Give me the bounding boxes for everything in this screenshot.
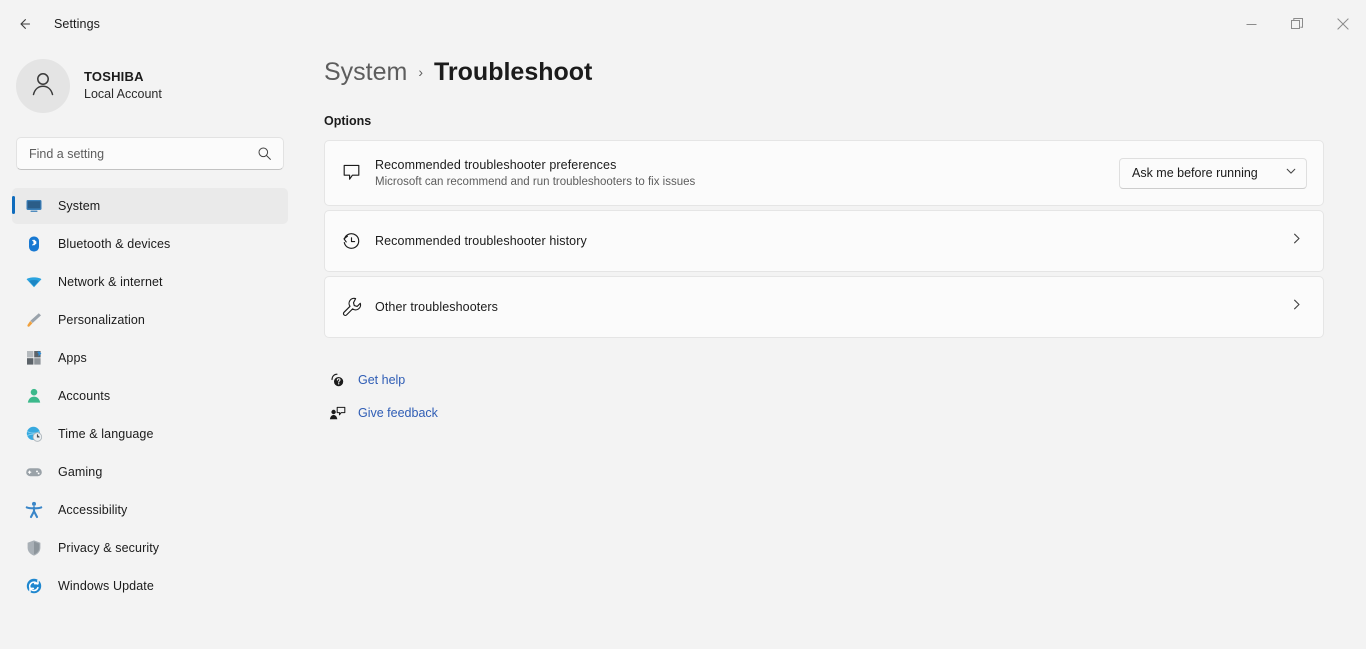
chevron-right-icon	[1290, 232, 1303, 250]
sidebar-item-label: Apps	[58, 351, 87, 365]
restore-button[interactable]	[1274, 0, 1320, 48]
sidebar-item-windows-update[interactable]: Windows Update	[12, 568, 288, 604]
minimize-button[interactable]	[1228, 0, 1274, 48]
troubleshooter-preference-dropdown[interactable]: Ask me before running	[1119, 158, 1307, 189]
wrench-icon	[341, 296, 375, 318]
sidebar-item-bluetooth-devices[interactable]: Bluetooth & devices	[12, 226, 288, 262]
sidebar-item-label: Personalization	[58, 313, 145, 327]
search-icon	[257, 146, 272, 166]
back-arrow-icon	[16, 16, 32, 32]
link-label: Give feedback	[358, 406, 438, 420]
chevron-right-icon	[1290, 298, 1303, 316]
update-icon	[24, 576, 44, 596]
sidebar-item-accessibility[interactable]: Accessibility	[12, 492, 288, 528]
section-title: Options	[324, 114, 1366, 128]
sidebar-item-personalization[interactable]: Personalization	[12, 302, 288, 338]
minimize-icon	[1246, 19, 1257, 30]
gamepad-icon	[24, 462, 44, 482]
give-feedback-link[interactable]: Give feedback	[324, 399, 1366, 427]
close-icon	[1337, 18, 1349, 30]
breadcrumb-parent[interactable]: System	[324, 58, 407, 87]
card-title: Recommended troubleshooter preferences	[375, 158, 1119, 172]
sidebar-item-label: Accessibility	[58, 503, 127, 517]
sidebar-item-label: Bluetooth & devices	[58, 237, 170, 251]
sidebar-item-apps[interactable]: Apps	[12, 340, 288, 376]
monitor-icon	[24, 196, 44, 216]
account-type: Local Account	[84, 87, 162, 103]
globe-clock-icon	[24, 424, 44, 444]
sidebar-item-label: Network & internet	[58, 275, 163, 289]
chevron-right-icon: ›	[418, 64, 423, 80]
card-recommended-troubleshooter-preferences[interactable]: Recommended troubleshooter preferences M…	[324, 140, 1324, 206]
feedback-person-icon	[326, 405, 348, 422]
sidebar-item-gaming[interactable]: Gaming	[12, 454, 288, 490]
sidebar-item-time-language[interactable]: Time & language	[12, 416, 288, 452]
person-icon	[24, 386, 44, 406]
account-name: TOSHIBA	[84, 69, 162, 85]
card-other-troubleshooters[interactable]: Other troubleshooters	[324, 276, 1324, 338]
options-list: Recommended troubleshooter preferences M…	[324, 140, 1324, 338]
account-block[interactable]: TOSHIBA Local Account	[16, 58, 300, 114]
help-question-icon	[326, 372, 348, 389]
sidebar-item-label: Gaming	[58, 465, 102, 479]
sidebar-item-label: Time & language	[58, 427, 154, 441]
speech-bubble-icon	[341, 163, 375, 184]
accessibility-icon	[24, 500, 44, 520]
link-label: Get help	[358, 373, 405, 387]
card-title: Recommended troubleshooter history	[375, 234, 1290, 248]
page-title: Troubleshoot	[434, 58, 592, 87]
shield-icon	[24, 538, 44, 558]
back-button[interactable]	[6, 8, 42, 40]
sidebar-item-network-internet[interactable]: Network & internet	[12, 264, 288, 300]
title-bar: Settings	[0, 0, 1366, 48]
restore-icon	[1291, 18, 1303, 30]
close-button[interactable]	[1320, 0, 1366, 48]
user-avatar-icon	[27, 68, 59, 105]
apps-grid-icon	[24, 348, 44, 368]
footer-links: Get help Give feedback	[324, 366, 1366, 427]
search-input[interactable]	[29, 147, 254, 161]
dropdown-selected-value: Ask me before running	[1132, 166, 1258, 180]
sidebar-item-label: Accounts	[58, 389, 110, 403]
bluetooth-icon	[24, 234, 44, 254]
get-help-link[interactable]: Get help	[324, 366, 1366, 394]
sidebar-item-system[interactable]: System	[12, 188, 288, 224]
card-recommended-troubleshooter-history[interactable]: Recommended troubleshooter history	[324, 210, 1324, 272]
paintbrush-icon	[24, 310, 44, 330]
sidebar-item-accounts[interactable]: Accounts	[12, 378, 288, 414]
search-box[interactable]	[16, 137, 284, 170]
sidebar-item-label: System	[58, 199, 100, 213]
avatar	[16, 59, 70, 113]
window-controls	[1228, 0, 1366, 48]
card-title: Other troubleshooters	[375, 300, 1290, 314]
sidebar-nav: System Bluetooth & devices Network & int…	[0, 188, 300, 604]
sidebar-item-label: Privacy & security	[58, 541, 159, 555]
main-content: System › Troubleshoot Options Recommende…	[300, 48, 1366, 649]
wifi-icon	[24, 272, 44, 292]
sidebar-item-label: Windows Update	[58, 579, 154, 593]
sidebar-item-privacy-security[interactable]: Privacy & security	[12, 530, 288, 566]
chevron-down-icon	[1285, 164, 1297, 182]
card-subtitle: Microsoft can recommend and run troubles…	[375, 176, 1119, 188]
breadcrumb: System › Troubleshoot	[324, 58, 1366, 102]
sidebar: TOSHIBA Local Account System	[0, 48, 300, 649]
app-title: Settings	[54, 17, 100, 31]
history-clock-icon	[341, 231, 375, 252]
